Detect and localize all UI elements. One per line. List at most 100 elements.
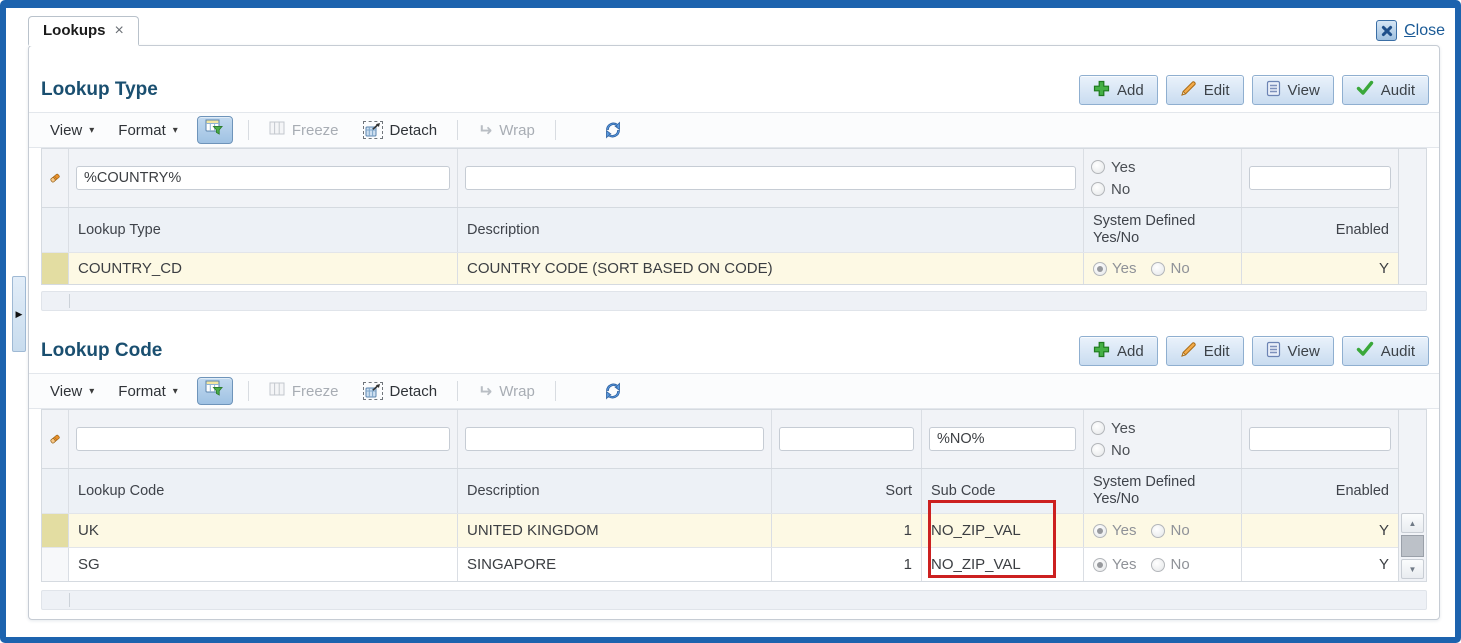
toolbar-separator [457, 381, 459, 401]
wrap-icon: ↵ [478, 120, 493, 140]
wrap-button: ↵ Wrap [478, 120, 535, 140]
view-menu[interactable]: View ▾ [39, 122, 105, 139]
column-header-system-defined: System Defined Yes/No [1084, 208, 1242, 252]
format-menu[interactable]: Format ▾ [107, 122, 189, 139]
lookup-code-title: Lookup Code [41, 340, 163, 361]
system-defined-filter: Yes No [1084, 149, 1242, 207]
lookup-code-grid-footer [41, 590, 1427, 610]
table-row-country-cd[interactable]: COUNTRY_CD COUNTRY CODE (SORT BASED ON C… [42, 252, 1398, 284]
detach-button[interactable]: Detach [352, 121, 449, 139]
row-selector[interactable] [42, 548, 69, 581]
toolbar-separator [247, 381, 249, 401]
filter-no-radio[interactable] [1091, 443, 1105, 457]
edit-button[interactable]: Edit [1165, 75, 1244, 105]
table-row-sg[interactable]: SG SINGAPORE 1 NO_ZIP_VAL Yes No Y [42, 547, 1398, 581]
refresh-icon[interactable] [595, 116, 631, 144]
view-menu[interactable]: View ▾ [39, 383, 105, 400]
scroll-down-icon[interactable]: ▼ [1401, 559, 1424, 579]
edit-button[interactable]: Edit [1165, 336, 1244, 366]
column-header-enabled: Enabled [1335, 222, 1389, 238]
cell-sort: 1 [772, 514, 922, 547]
detach-icon [362, 121, 383, 139]
lookup-code-filter-input[interactable] [76, 427, 450, 451]
cell-enabled: Y [1378, 260, 1389, 277]
cell-description: UNITED KINGDOM [458, 514, 772, 547]
audit-button[interactable]: Audit [1341, 75, 1429, 105]
lookup-code-toolbar: View ▾ Format ▾ Freeze Detach ↵ Wrap [29, 373, 1439, 409]
description-filter-input[interactable] [465, 427, 764, 451]
tab-label: Lookups [43, 22, 106, 39]
system-defined-no-radio [1151, 557, 1166, 572]
check-icon [1356, 341, 1374, 361]
tab-close-icon[interactable]: × [115, 22, 124, 39]
cell-enabled: Y [1378, 522, 1389, 539]
freeze-button: Freeze [258, 121, 350, 139]
sub-code-filter-input[interactable] [929, 427, 1076, 451]
description-filter-input[interactable] [465, 166, 1076, 190]
detach-button[interactable]: Detach [352, 382, 449, 400]
filter-yes-radio[interactable] [1091, 160, 1105, 174]
splitter-collapse-handle[interactable]: ▶ [12, 276, 26, 352]
column-header-description: Description [458, 469, 772, 513]
column-header-system-defined: System Defined Yes/No [1084, 469, 1242, 513]
view-button[interactable]: View [1251, 75, 1334, 105]
system-defined-yes-radio [1093, 557, 1107, 572]
cell-sub-code: NO_ZIP_VAL [922, 514, 1084, 547]
cell-description: SINGAPORE [458, 548, 772, 581]
lookup-type-filter-input[interactable] [76, 166, 450, 190]
add-icon [1093, 80, 1110, 101]
enabled-filter-input[interactable] [1249, 427, 1391, 451]
row-selector[interactable] [42, 514, 69, 547]
pencil-icon [1180, 341, 1197, 362]
audit-button[interactable]: Audit [1341, 336, 1429, 366]
lookup-code-actions: Add Edit View Audit [1078, 336, 1429, 366]
scrollbar-thumb[interactable] [1401, 535, 1424, 557]
wrap-button: ↵ Wrap [478, 381, 535, 401]
row-selector[interactable] [42, 253, 69, 284]
column-header-lookup-code: Lookup Code [69, 469, 458, 513]
cell-lookup-code: SG [69, 548, 458, 581]
column-header-lookup-type: Lookup Type [69, 208, 458, 252]
cell-description: COUNTRY CODE (SORT BASED ON CODE) [458, 253, 1084, 284]
detach-icon [362, 382, 383, 400]
lookup-type-actions: Add Edit View Audit [1078, 75, 1429, 105]
query-by-example-button[interactable] [196, 116, 233, 144]
add-button[interactable]: Add [1078, 336, 1158, 366]
close-button[interactable]: Close [1376, 20, 1445, 41]
chevron-down-icon: ▾ [172, 124, 178, 136]
chevron-down-icon: ▾ [172, 385, 178, 397]
cell-lookup-type: COUNTRY_CD [69, 253, 458, 284]
format-menu[interactable]: Format ▾ [107, 383, 189, 400]
close-icon [1376, 20, 1398, 41]
toolbar-separator [554, 120, 556, 140]
cell-sub-code: NO_ZIP_VAL [922, 548, 1084, 581]
sort-filter-input[interactable] [779, 427, 914, 451]
lookups-panel: Lookup Type Add Edit View Audit View ▾ F… [28, 45, 1440, 620]
lookup-type-filter-row: Yes No [42, 149, 1398, 207]
column-header-sub-code: Sub Code [922, 469, 1084, 513]
query-by-example-button[interactable] [196, 377, 233, 405]
system-defined-no-radio [1151, 261, 1166, 276]
view-button[interactable]: View [1251, 336, 1334, 366]
lookup-code-filter-row: Yes No [42, 410, 1398, 468]
lookup-type-scroll-track [1398, 149, 1426, 284]
cell-system-defined: Yes No [1084, 253, 1242, 284]
tab-lookups[interactable]: Lookups × [28, 16, 139, 46]
system-defined-yes-radio [1093, 261, 1107, 276]
scroll-up-icon[interactable]: ▲ [1401, 513, 1424, 533]
filter-yes-radio[interactable] [1091, 421, 1105, 435]
cell-enabled: Y [1378, 556, 1389, 573]
filter-eraser-icon [42, 149, 69, 207]
lookup-code-scroll-track: ▲ ▼ [1398, 410, 1426, 581]
cell-lookup-code: UK [69, 514, 458, 547]
add-button[interactable]: Add [1078, 75, 1158, 105]
enabled-filter-input[interactable] [1249, 166, 1391, 190]
toolbar-separator [247, 120, 249, 140]
refresh-icon[interactable] [595, 377, 631, 405]
check-icon [1356, 80, 1374, 100]
lookup-type-title: Lookup Type [41, 79, 158, 100]
filter-no-radio[interactable] [1091, 182, 1105, 196]
table-row-uk[interactable]: UK UNITED KINGDOM 1 NO_ZIP_VAL Yes No Y [42, 513, 1398, 547]
wrap-icon: ↵ [478, 381, 493, 401]
table-filter-icon [205, 119, 224, 141]
